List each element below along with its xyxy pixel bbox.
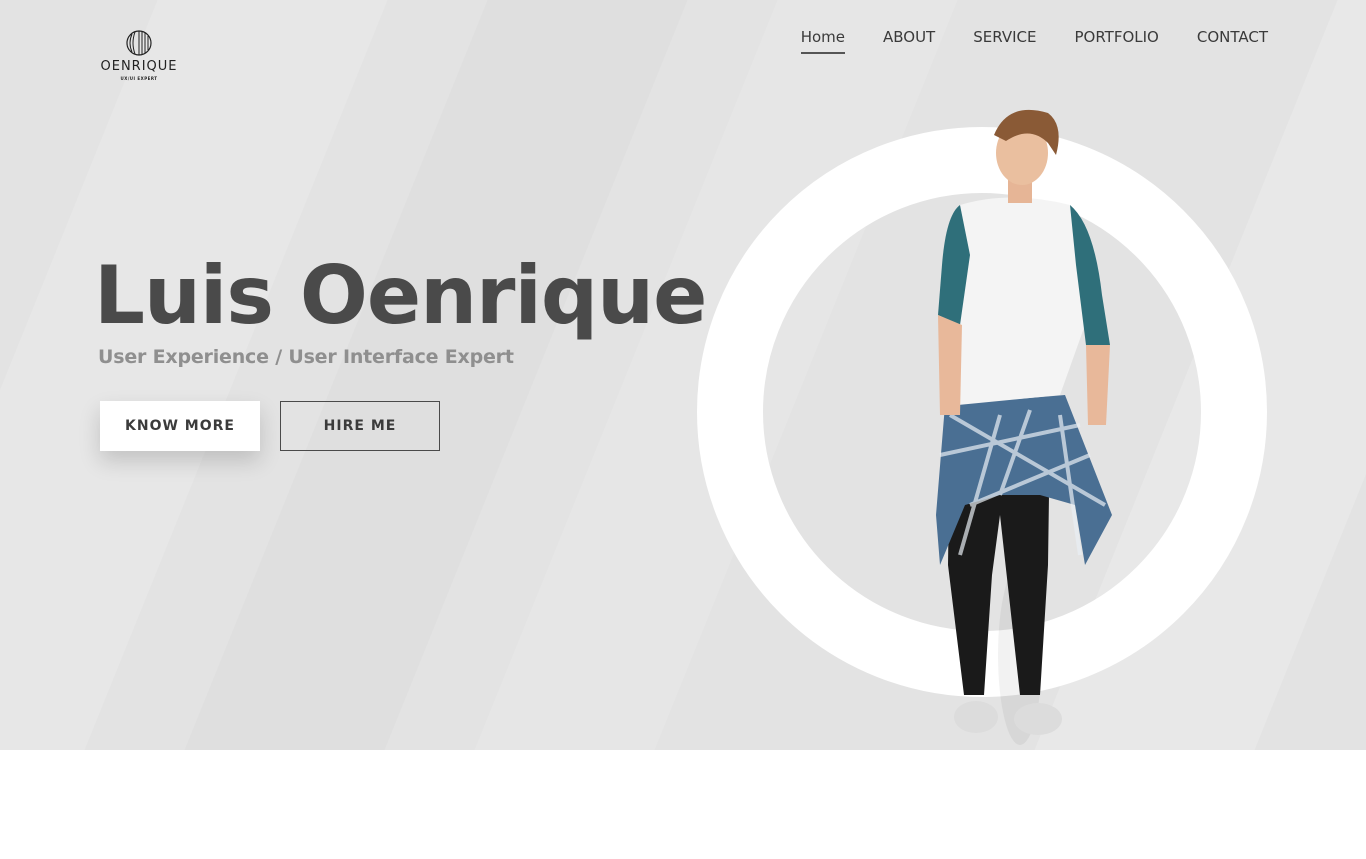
know-more-button[interactable]: KNOW MORE bbox=[100, 401, 260, 451]
hero-title: Luis Oenrique bbox=[94, 249, 707, 342]
logo[interactable]: OENRIQUE UX/UI EXPERT bbox=[98, 30, 180, 81]
nav-contact[interactable]: CONTACT bbox=[1197, 28, 1268, 54]
logo-name: OENRIQUE bbox=[100, 59, 178, 74]
nav-portfolio[interactable]: PORTFOLIO bbox=[1074, 28, 1158, 54]
hero-subtitle: User Experience / User Interface Expert bbox=[98, 346, 514, 368]
hero-section: OENRIQUE UX/UI EXPERT Home ABOUT SERVICE… bbox=[0, 0, 1366, 750]
logo-tagline: UX/UI EXPERT bbox=[120, 76, 158, 81]
main-nav: Home ABOUT SERVICE PORTFOLIO CONTACT bbox=[800, 28, 1268, 54]
logo-globe-icon bbox=[126, 30, 152, 56]
nav-service[interactable]: SERVICE bbox=[973, 28, 1036, 54]
nav-home[interactable]: Home bbox=[800, 28, 845, 54]
hero-portrait-image bbox=[936, 109, 1112, 745]
hire-me-button[interactable]: HIRE ME bbox=[280, 401, 440, 451]
nav-about[interactable]: ABOUT bbox=[883, 28, 935, 54]
